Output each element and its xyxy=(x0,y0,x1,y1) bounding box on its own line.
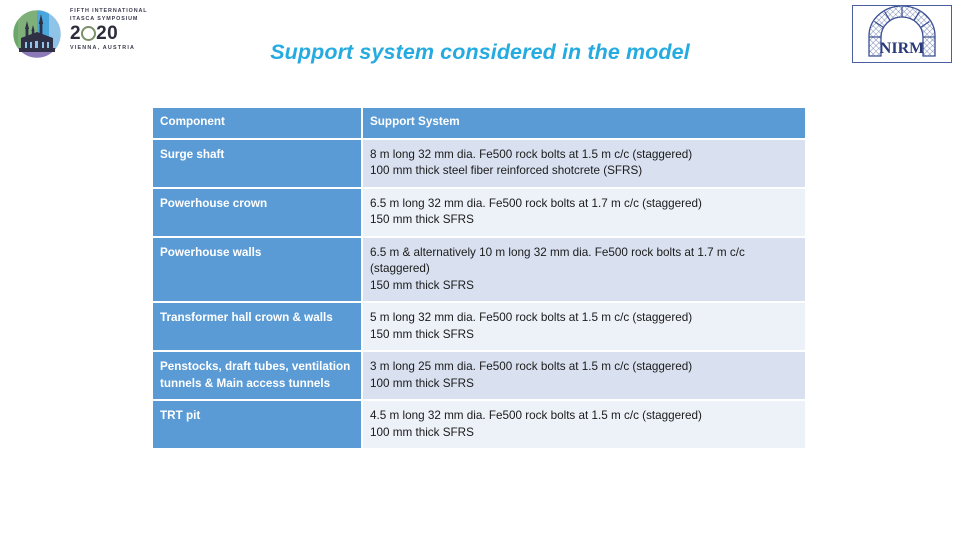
cell-support-system: 6.5 m & alternatively 10 m long 32 mm di… xyxy=(363,237,805,303)
itasca-logo-line1: FIFTH INTERNATIONAL xyxy=(70,8,148,14)
ferris-wheel-icon xyxy=(81,26,97,41)
table-row: Penstocks, draft tubes, ventilation tunn… xyxy=(153,352,805,401)
spec-line: 150 mm thick SFRS xyxy=(370,278,474,292)
cell-support-system: 4.5 m long 32 mm dia. Fe500 rock bolts a… xyxy=(363,401,805,448)
spec-line: 150 mm thick SFRS xyxy=(370,213,474,226)
spec-line: 100 mm thick SFRS xyxy=(370,376,474,390)
itasca-logo-line2: ITASCA SYMPOSIUM xyxy=(70,15,139,22)
cell-support-system: 5 m long 32 mm dia. Fe500 rock bolts at … xyxy=(363,303,805,352)
cell-component: Surge shaft xyxy=(153,139,363,189)
table-row: Transformer hall crown & walls 5 m long 3… xyxy=(153,303,805,352)
spec-line: 8 m long 32 mm dia. Fe500 rock bolts at … xyxy=(370,147,693,161)
spec-line: 100 mm thick steel fiber reinforced shot… xyxy=(370,164,643,177)
column-header-component: Component xyxy=(153,108,363,140)
table-row: TRT pit 4.5 m long 32 mm dia. Fe500 rock … xyxy=(153,401,805,448)
table-row: Powerhouse walls 6.5 m & alternatively 10… xyxy=(153,237,805,303)
spec-line: 3 m long 25 mm dia. Fe500 rock bolts at … xyxy=(370,360,693,373)
table-body: Surge shaft 8 m long 32 mm dia. Fe500 roc… xyxy=(153,139,805,448)
table-header-row: Component Support System xyxy=(153,108,805,140)
spec-line: 5 m long 32 mm dia. Fe500 rock bolts at … xyxy=(370,311,693,324)
support-system-table: Component Support System Surge shaft 8 m … xyxy=(153,108,805,448)
spec-line: 150 mm thick SFRS xyxy=(370,327,474,341)
cell-component: Powerhouse walls xyxy=(153,237,363,303)
cell-support-system: 6.5 m long 32 mm dia. Fe500 rock bolts a… xyxy=(363,188,805,238)
table-row: Powerhouse crown 6.5 m long 32 mm dia. Fe… xyxy=(153,188,805,238)
spec-line: 100 mm thick SFRS xyxy=(370,425,474,439)
column-header-support-system: Support System xyxy=(363,108,805,140)
table-row: Surge shaft 8 m long 32 mm dia. Fe500 roc… xyxy=(153,139,805,189)
cell-component: Powerhouse crown xyxy=(153,188,363,238)
spec-line: 6.5 m long 32 mm dia. Fe500 rock bolts a… xyxy=(370,196,702,210)
cell-component: Transformer hall crown & walls xyxy=(153,303,363,352)
cell-support-system: 3 m long 25 mm dia. Fe500 rock bolts at … xyxy=(363,352,805,401)
spec-line: 4.5 m long 32 mm dia. Fe500 rock bolts a… xyxy=(370,409,702,422)
page-title: Support system considered in the model xyxy=(270,40,690,64)
cell-support-system: 8 m long 32 mm dia. Fe500 rock bolts at … xyxy=(363,139,805,189)
cell-component: Penstocks, draft tubes, ventilation tunn… xyxy=(153,352,363,401)
cell-component: TRT pit xyxy=(153,401,363,448)
spec-line: 6.5 m & alternatively 10 m long 32 mm di… xyxy=(370,245,745,276)
